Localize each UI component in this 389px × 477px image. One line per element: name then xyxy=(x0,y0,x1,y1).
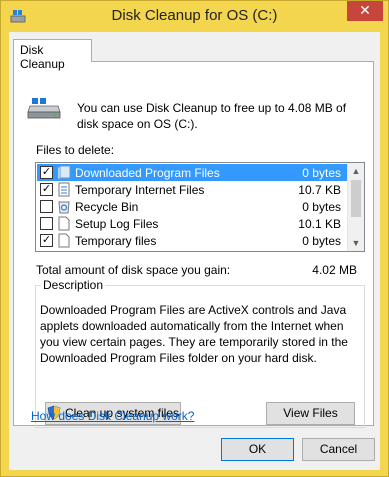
close-button[interactable]: ✕ xyxy=(347,1,383,21)
hard-drive-icon xyxy=(27,98,61,119)
document-icon xyxy=(58,233,70,248)
file-row-recycle-bin[interactable]: Recycle Bin 0 bytes xyxy=(37,198,347,215)
dialog-client-area: Disk Cleanup You can use Disk Cleanup to… xyxy=(9,32,380,470)
checkbox-setup-log-files[interactable] xyxy=(40,217,53,230)
file-row-setup-log-files[interactable]: Setup Log Files 10.1 KB xyxy=(37,215,347,232)
checkbox-downloaded-program-files[interactable]: ✓ xyxy=(40,166,53,179)
scroll-down-arrow-icon[interactable]: ▼ xyxy=(348,235,364,251)
scrollbar-thumb[interactable] xyxy=(351,180,361,217)
cancel-button[interactable]: Cancel xyxy=(302,438,375,461)
internet-files-icon xyxy=(58,182,70,197)
total-space-value: 4.02 MB xyxy=(312,263,357,277)
file-name: Recycle Bin xyxy=(75,200,139,214)
help-link[interactable]: How does Disk Cleanup work? xyxy=(31,409,194,423)
disk-cleanup-window: Disk Cleanup for OS (C:) ✕ Disk Cleanup … xyxy=(0,0,389,477)
file-size: 10.7 KB xyxy=(298,183,341,197)
title-bar[interactable]: Disk Cleanup for OS (C:) ✕ xyxy=(1,1,388,31)
checkbox-recycle-bin[interactable] xyxy=(40,200,53,213)
view-files-button[interactable]: View Files xyxy=(266,402,355,425)
document-icon xyxy=(58,216,70,231)
checkbox-temporary-files[interactable]: ✓ xyxy=(40,234,53,247)
file-name: Setup Log Files xyxy=(75,217,159,231)
file-name: Downloaded Program Files xyxy=(75,166,220,180)
file-name: Temporary files xyxy=(75,234,157,248)
files-to-delete-label: Files to delete: xyxy=(36,143,115,157)
folder-icon xyxy=(57,165,71,180)
checkbox-temporary-internet-files[interactable]: ✓ xyxy=(40,183,53,196)
description-group: Description Downloaded Program Files are… xyxy=(35,278,365,428)
file-row-temporary-files[interactable]: ✓ Temporary files 0 bytes xyxy=(37,232,347,249)
file-name: Temporary Internet Files xyxy=(75,183,205,197)
ok-button[interactable]: OK xyxy=(221,438,294,461)
total-space-label: Total amount of disk space you gain: xyxy=(36,263,231,277)
tab-disk-cleanup[interactable]: Disk Cleanup xyxy=(13,39,92,71)
window-title: Disk Cleanup for OS (C:) xyxy=(111,7,278,24)
file-row-temporary-internet-files[interactable]: ✓ Temporary Internet Files 10.7 KB xyxy=(37,181,347,198)
file-size: 10.1 KB xyxy=(298,217,341,231)
intro-text: You can use Disk Cleanup to free up to 4… xyxy=(77,101,347,131)
description-legend: Description xyxy=(41,278,106,292)
file-size: 0 bytes xyxy=(302,166,341,180)
files-list-scrollbar[interactable]: ▲ ▼ xyxy=(347,163,364,251)
files-list[interactable]: ✓ Downloaded Program Files 0 bytes ✓ Tem… xyxy=(35,162,365,252)
file-size: 0 bytes xyxy=(302,200,341,214)
file-size: 0 bytes xyxy=(302,234,341,248)
scroll-up-arrow-icon[interactable]: ▲ xyxy=(348,163,364,179)
tab-panel: You can use Disk Cleanup to free up to 4… xyxy=(13,61,374,428)
recycle-bin-icon xyxy=(58,201,70,214)
description-text: Downloaded Program Files are ActiveX con… xyxy=(40,303,348,365)
file-row-downloaded-program-files[interactable]: ✓ Downloaded Program Files 0 bytes xyxy=(37,164,347,181)
